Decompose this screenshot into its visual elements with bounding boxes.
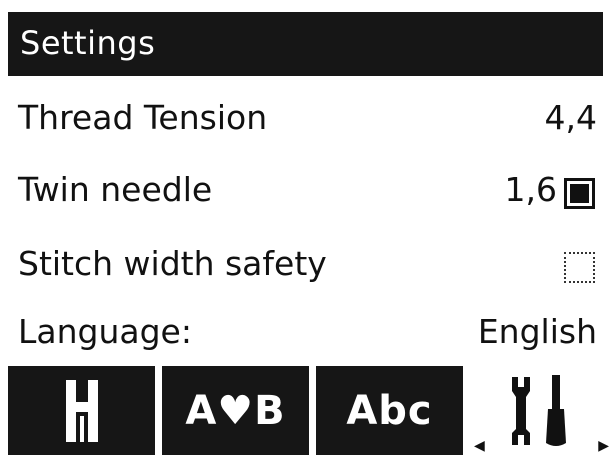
tab-label: Abc — [346, 387, 433, 434]
tab-stitch-menu[interactable] — [8, 366, 155, 455]
page-title: Settings — [20, 24, 156, 62]
setting-value[interactable]: 1,6 — [505, 170, 557, 209]
tab-bar: A♥B Abc ◀ ▶ — [8, 366, 611, 455]
setting-value[interactable]: English — [478, 312, 597, 351]
arrow-left-icon: ◀ — [474, 438, 485, 454]
setting-label: Stitch width safety — [18, 244, 327, 283]
tab-settings[interactable]: ◀ ▶ — [470, 366, 611, 455]
tab-alphabet[interactable]: Abc — [316, 366, 463, 455]
twin-needle-checkbox[interactable] — [564, 178, 595, 209]
settings-screen: Settings Thread Tension 4,4 Twin needle … — [8, 12, 611, 455]
setting-value[interactable]: 4,4 — [545, 98, 597, 137]
setting-label: Twin needle — [18, 170, 213, 209]
presser-foot-icon — [65, 379, 98, 442]
setting-label: Language: — [18, 312, 192, 351]
title-bar: Settings — [8, 12, 603, 76]
stitch-width-safety-checkbox[interactable] — [564, 252, 595, 283]
tab-label: A♥B — [185, 387, 286, 434]
tools-icon — [511, 374, 566, 446]
setting-thread-tension[interactable]: Thread Tension 4,4 — [8, 88, 603, 150]
tab-letters-symbols[interactable]: A♥B — [162, 366, 309, 455]
setting-label: Thread Tension — [18, 98, 268, 137]
setting-language[interactable]: Language: English — [8, 302, 603, 364]
setting-twin-needle[interactable]: Twin needle 1,6 — [8, 160, 603, 222]
arrow-right-icon: ▶ — [598, 438, 609, 454]
setting-stitch-width-safety[interactable]: Stitch width safety — [8, 234, 603, 296]
